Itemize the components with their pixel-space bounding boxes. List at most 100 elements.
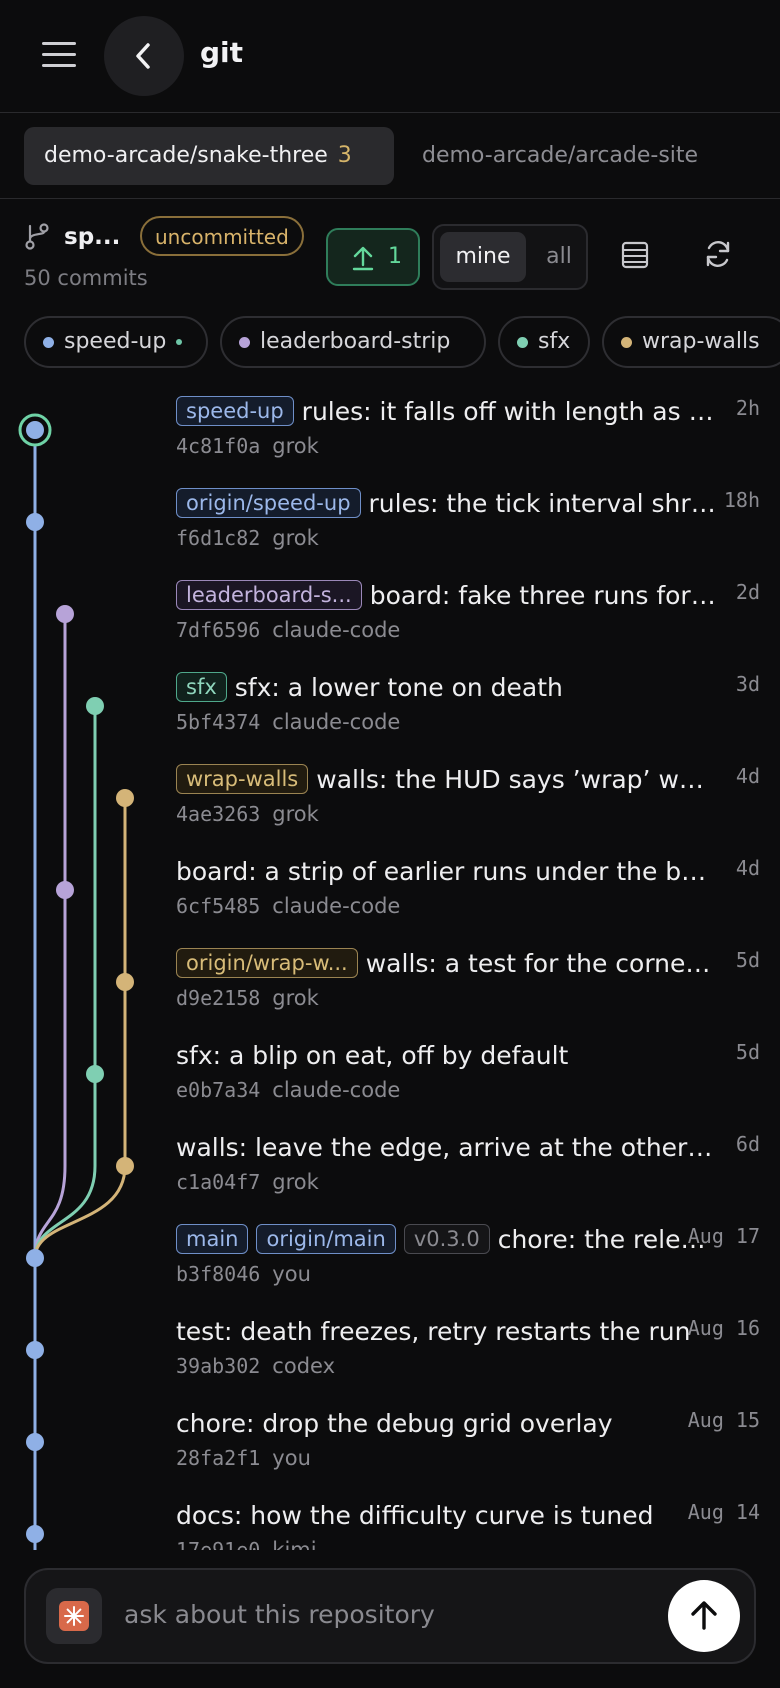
commit-meta: f6d1c82 grok: [176, 526, 319, 550]
commit-meta: 4ae3263 grok: [176, 802, 319, 826]
list-view-icon[interactable]: [620, 240, 650, 270]
commit-time: 4d: [735, 856, 760, 880]
branch-color-dot: [239, 337, 250, 348]
commit-header: origin/wrap-w... walls: a test for the co…: [176, 946, 716, 980]
commit-message: rules: it falls off with length as well: [301, 396, 716, 426]
current-branch-name[interactable]: sp...: [64, 224, 120, 250]
commit-author: grok: [272, 1170, 319, 1194]
commit-row[interactable]: wrap-walls walls: the HUD says ’wrap’ whe…: [176, 748, 766, 840]
commit-hash: c1a04f7: [176, 1170, 261, 1194]
commit-time: Aug 15: [687, 1408, 760, 1432]
branch-color-dot: [621, 337, 632, 348]
commit-row[interactable]: leaderboard-s... board: fake three runs f…: [176, 564, 766, 656]
commit-time: 4d: [735, 764, 760, 788]
commit-list[interactable]: speed-up rules: it falls off with length …: [0, 380, 780, 1550]
commit-meta: 17e91e0 kimi: [176, 1538, 317, 1550]
repo-tabs: demo-arcade/snake-three 3 demo-arcade/arc…: [0, 113, 780, 199]
commit-time: 18h: [723, 488, 760, 512]
commit-meta: 7df6596 claude-code: [176, 618, 400, 642]
commit-hash: 7df6596: [176, 618, 261, 642]
commit-header: leaderboard-s... board: fake three runs f…: [176, 578, 716, 612]
commit-author: claude-code: [272, 710, 401, 734]
commit-author: claude-code: [272, 618, 401, 642]
commit-message: walls: a test for the corner case: [365, 948, 716, 978]
commit-row[interactable]: board: a strip of earlier runs under the…: [176, 840, 766, 932]
top-bar: git: [0, 0, 780, 113]
commit-meta: 6cf5485 claude-code: [176, 894, 400, 918]
commit-graph: [18, 413, 134, 1550]
ref-tag: leaderboard-s...: [176, 580, 362, 610]
ask-bar: ask about this repository: [24, 1568, 756, 1664]
commit-dot: [26, 1249, 44, 1267]
git-branch-icon: [25, 223, 49, 250]
commit-row[interactable]: origin/wrap-w... walls: a test for the co…: [176, 932, 766, 1024]
tab-snake-three[interactable]: demo-arcade/snake-three 3: [24, 127, 394, 185]
chip-leaderboard-strip[interactable]: leaderboard-strip: [220, 316, 486, 368]
author-filter-toggle: mine all: [432, 224, 588, 290]
filter-mine-option[interactable]: mine: [440, 232, 526, 282]
commit-hash: 39ab302: [176, 1354, 261, 1378]
commit-time: 5d: [735, 1040, 760, 1064]
commit-hash: 5bf4374: [176, 710, 261, 734]
commit-row[interactable]: main origin/main v0.3.0 chore: the release b…: [176, 1208, 766, 1300]
ref-tag: main: [176, 1224, 249, 1254]
commit-row[interactable]: chore: drop the debug grid overlay 28fa2f…: [176, 1392, 766, 1484]
commit-header: sfx sfx: a lower tone on death: [176, 670, 716, 704]
commit-header: test: death freezes, retry restarts the …: [176, 1314, 716, 1348]
commit-header: board: a strip of earlier runs under the…: [176, 854, 716, 888]
commit-hash: b3f8046: [176, 1262, 261, 1286]
commit-dot: [26, 1433, 44, 1451]
commit-meta: 28fa2f1 you: [176, 1446, 311, 1470]
chip-sfx[interactable]: sfx: [498, 316, 590, 368]
commit-message: walls: the HUD says ’wrap’ when on: [316, 764, 716, 794]
commit-dot: [26, 513, 44, 531]
commit-row[interactable]: sfx: a blip on eat, off by default e0b7a3…: [176, 1024, 766, 1116]
commit-message: test: death freezes, retry restarts the …: [176, 1316, 691, 1346]
uncommitted-badge[interactable]: uncommitted: [140, 216, 304, 256]
tab-arcade-site[interactable]: demo-arcade/arcade-site: [422, 127, 698, 185]
commit-row[interactable]: docs: how the difficulty curve is tuned 1…: [176, 1484, 766, 1550]
ref-tag: speed-up: [176, 396, 294, 426]
commit-time: Aug 14: [687, 1500, 760, 1524]
menu-icon[interactable]: [42, 40, 76, 70]
commit-message: sfx: a lower tone on death: [234, 672, 563, 702]
commit-header: origin/speed-up rules: the tick interval …: [176, 486, 716, 520]
commit-row[interactable]: test: death freezes, retry restarts the …: [176, 1300, 766, 1392]
active-indicator-dot: [176, 339, 183, 345]
chip-speed-up[interactable]: speed-up: [24, 316, 208, 368]
commit-dot: [26, 421, 44, 439]
chip-wrap-walls[interactable]: wrap-walls: [602, 316, 780, 368]
commit-row[interactable]: speed-up rules: it falls off with length …: [176, 380, 766, 472]
commit-meta: d9e2158 grok: [176, 986, 319, 1010]
branch-bar: sp... 50 commits uncommitted 1 mine all: [0, 198, 780, 308]
commit-header: chore: drop the debug grid overlay: [176, 1406, 716, 1440]
commit-message: sfx: a blip on eat, off by default: [176, 1040, 569, 1070]
commit-header: main origin/main v0.3.0 chore: the release: [176, 1222, 716, 1256]
chip-label: leaderboard-strip: [260, 329, 451, 354]
page-title: git: [200, 36, 244, 69]
refresh-icon[interactable]: [702, 238, 734, 270]
send-button[interactable]: [668, 1580, 740, 1652]
commit-message: walls: leave the edge, arrive at the oth…: [176, 1132, 716, 1162]
filter-all-option[interactable]: all: [536, 232, 582, 282]
push-button[interactable]: 1: [326, 228, 420, 286]
branch-color-dot: [517, 337, 528, 348]
commit-dot: [86, 697, 104, 715]
commit-row[interactable]: origin/speed-up rules: the tick interval …: [176, 472, 766, 564]
commit-author: grok: [272, 434, 319, 458]
commit-row[interactable]: sfx sfx: a lower tone on death 5bf4374 clau…: [176, 656, 766, 748]
commit-message: docs: how the difficulty curve is tuned: [176, 1500, 654, 1530]
commit-time: Aug 16: [687, 1316, 760, 1340]
commit-hash: 4ae3263: [176, 802, 261, 826]
commit-row[interactable]: walls: leave the edge, arrive at the oth…: [176, 1116, 766, 1208]
commit-message: board: fake three runs for now: [369, 580, 716, 610]
commit-message: rules: the tick interval shrinks: [368, 488, 716, 518]
commit-author: grok: [272, 802, 319, 826]
commit-header: wrap-walls walls: the HUD says ’wrap’ whe…: [176, 762, 716, 796]
back-button[interactable]: [104, 16, 184, 96]
chip-label: wrap-walls: [642, 329, 760, 354]
commit-time: Aug 17: [687, 1224, 760, 1248]
commit-meta: 4c81f0a grok: [176, 434, 319, 458]
ask-input[interactable]: ask about this repository: [124, 1600, 435, 1629]
ref-tag: origin/main: [256, 1224, 396, 1254]
